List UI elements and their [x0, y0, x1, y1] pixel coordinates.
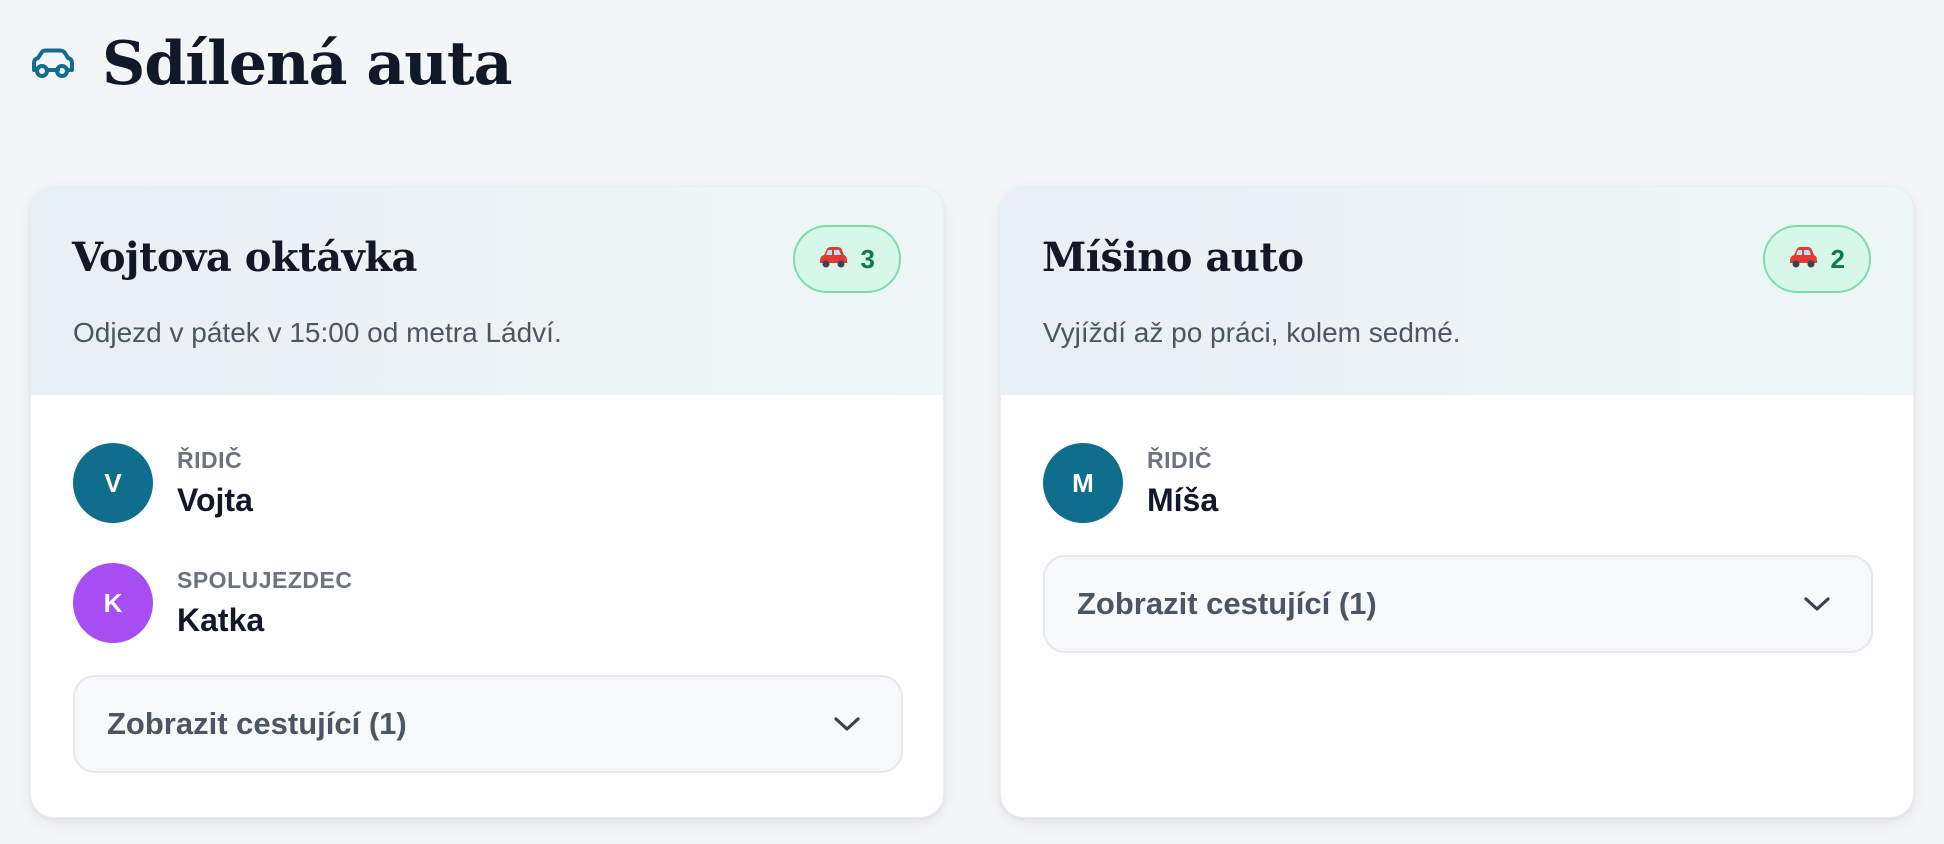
car-title: Míšino auto [1042, 234, 1304, 281]
role-label: ŘIDIČ [1147, 447, 1213, 473]
chevron-down-icon [833, 715, 861, 733]
car-description: Odjezd v pátek v 15:00 od metra Ládví. [73, 317, 562, 348]
show-passengers-button[interactable]: Zobrazit cestující (1) [73, 675, 903, 773]
role-label: SPOLUJEZDEC [177, 567, 353, 593]
car-card: Vojtova oktávka 3 Odjezd v pátek v 15:00… [30, 186, 944, 818]
page-header: Sdílená auta [30, 26, 513, 102]
car-card: Míšino auto 2 Vyjíždí až po práci, kolem… [1000, 186, 1914, 818]
seat-count-badge: 3 [792, 225, 901, 293]
driver-row: M ŘIDIČ Míša [1043, 443, 1218, 523]
car-description: Vyjíždí až po práci, kolem sedmé. [1043, 317, 1461, 348]
avatar: M [1043, 443, 1123, 523]
person-name: Míša [1147, 482, 1219, 518]
car-emoji-icon [1787, 245, 1819, 274]
page-title: Sdílená auta [102, 29, 513, 99]
show-passengers-label: Zobrazit cestující (1) [107, 706, 407, 741]
role-label: ŘIDIČ [177, 447, 243, 473]
person-name: Katka [177, 602, 265, 638]
seat-count: 3 [860, 243, 875, 274]
driver-row: V ŘIDIČ Vojta [73, 443, 253, 523]
avatar: K [73, 563, 153, 643]
car-title: Vojtova oktávka [72, 234, 417, 281]
car-card-header: Vojtova oktávka 3 Odjezd v pátek v 15:00… [31, 187, 943, 395]
show-passengers-label: Zobrazit cestující (1) [1077, 586, 1377, 621]
seat-count-badge: 2 [1762, 225, 1871, 293]
show-passengers-button[interactable]: Zobrazit cestující (1) [1043, 555, 1873, 653]
chevron-down-icon [1803, 595, 1831, 613]
person-name: Vojta [177, 482, 253, 518]
car-emoji-icon [817, 245, 849, 274]
seat-count: 2 [1830, 243, 1845, 274]
passenger-row: K SPOLUJEZDEC Katka [73, 563, 352, 643]
avatar: V [73, 443, 153, 523]
car-outline-icon [30, 48, 76, 80]
car-card-header: Míšino auto 2 Vyjíždí až po práci, kolem… [1001, 187, 1913, 395]
